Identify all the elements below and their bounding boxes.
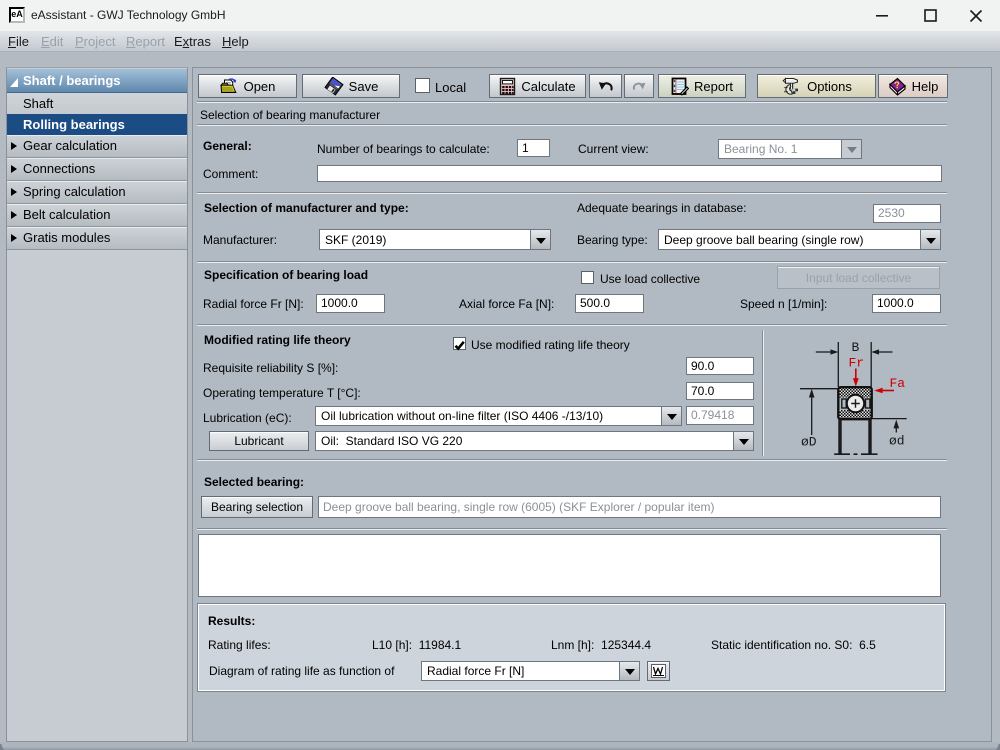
svg-text:Fa: Fa <box>890 376 906 391</box>
svg-text:B: B <box>852 340 860 355</box>
svg-text:øD: øD <box>801 435 817 450</box>
svg-text:ød: ød <box>889 434 905 449</box>
svg-text:Fr: Fr <box>849 356 865 371</box>
